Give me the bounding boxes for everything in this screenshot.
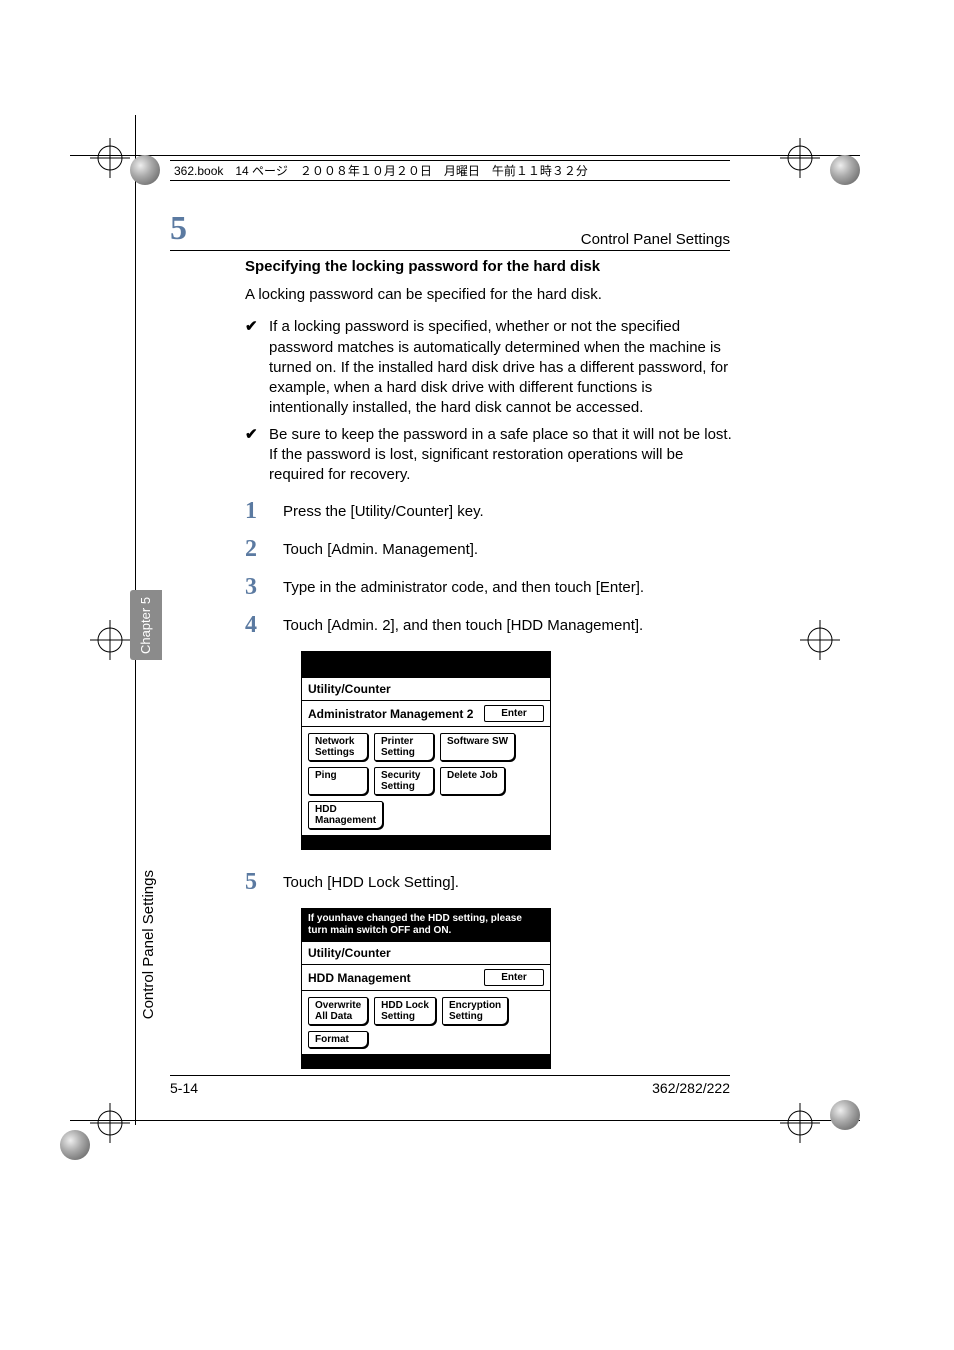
intro-paragraph: A locking password can be specified for … <box>245 285 735 305</box>
step-number: 1 <box>245 499 265 523</box>
panel-title: Utility/Counter <box>302 678 550 700</box>
reg-mark-top-left <box>90 138 130 178</box>
corner-ball-tr <box>830 155 860 185</box>
hdd-management-button[interactable]: HDD Management <box>308 801 383 829</box>
step-item: . If younhave changed the HDD setting, p… <box>245 908 735 1069</box>
side-tab-label: Chapter 5 <box>139 596 154 653</box>
reg-mark-bottom-left <box>90 1103 130 1143</box>
content-area: Specifying the locking password for the … <box>245 258 735 1083</box>
side-label: Control Panel Settings <box>140 870 157 1019</box>
encryption-setting-button[interactable]: Encryption Setting <box>442 997 508 1025</box>
book-header-text: 362.book 14 ページ ２００８年１０月２０日 月曜日 午前１１時３２分 <box>174 164 588 178</box>
panel-subtitle-row: Administrator Management 2 Enter <box>302 700 550 727</box>
checkmark-list: If a locking password is specified, whet… <box>245 317 735 485</box>
check-item: Be sure to keep the password in a safe p… <box>245 425 735 486</box>
corner-ball-tl <box>130 155 160 185</box>
step-number: 4 <box>245 613 265 637</box>
step-item: 2 Touch [Admin. Management]. <box>245 537 735 561</box>
chapter-title: Control Panel Settings <box>581 231 730 248</box>
side-tab: Chapter 5 <box>130 590 162 660</box>
security-setting-button[interactable]: Security Setting <box>374 767 434 795</box>
ping-button[interactable]: Ping <box>308 767 368 795</box>
crop-line-bottom <box>70 1120 860 1121</box>
step-text: Touch [Admin. 2], and then touch [HDD Ma… <box>283 613 735 634</box>
reg-mark-bottom-right <box>780 1103 820 1143</box>
panel-bottombar <box>302 835 550 849</box>
step-item: 5 Touch [HDD Lock Setting]. <box>245 870 735 894</box>
crop-line-top <box>70 155 860 156</box>
overwrite-all-data-button[interactable]: Overwrite All Data <box>308 997 368 1025</box>
step-item: 4 Touch [Admin. 2], and then touch [HDD … <box>245 613 735 637</box>
section-heading: Specifying the locking password for the … <box>245 258 735 275</box>
delete-job-button[interactable]: Delete Job <box>440 767 505 795</box>
network-settings-button[interactable]: Network Settings <box>308 733 368 761</box>
step-number: 2 <box>245 537 265 561</box>
step-item: 1 Press the [Utility/Counter] key. <box>245 499 735 523</box>
chapter-number: 5 <box>170 210 187 248</box>
hdd-lock-setting-button[interactable]: HDD Lock Setting <box>374 997 436 1025</box>
panel-subtitle: HDD Management <box>308 971 411 985</box>
step-text: Touch [HDD Lock Setting]. <box>283 870 735 891</box>
panel-body: Overwrite All Data HDD Lock Setting Encr… <box>302 991 550 1054</box>
book-header: 362.book 14 ページ ２００８年１０月２０日 月曜日 午前１１時３２分 <box>170 160 730 181</box>
step-item: 3 Type in the administrator code, and th… <box>245 575 735 599</box>
reg-mark-mid-right <box>800 620 840 660</box>
step-item: . Utility/Counter Administrator Manageme… <box>245 651 735 850</box>
panel-admin-mgmt-2: Utility/Counter Administrator Management… <box>301 651 551 850</box>
panel-hdd-mgmt: If younhave changed the HDD setting, ple… <box>301 908 551 1069</box>
page-number: 5-14 <box>170 1080 198 1096</box>
chapter-header: 5 Control Panel Settings <box>170 210 730 251</box>
panel-body: Network Settings Printer Setting Softwar… <box>302 727 550 835</box>
printer-setting-button[interactable]: Printer Setting <box>374 733 434 761</box>
software-sw-button[interactable]: Software SW <box>440 733 515 761</box>
panel-blackbar <box>302 652 550 678</box>
panel-instruction: If younhave changed the HDD setting, ple… <box>302 909 550 941</box>
panel-title: Utility/Counter <box>302 941 550 964</box>
check-item: If a locking password is specified, whet… <box>245 317 735 418</box>
step-number: 5 <box>245 870 265 894</box>
panel-subtitle: Administrator Management 2 <box>308 707 473 721</box>
step-list: 1 Press the [Utility/Counter] key. 2 Tou… <box>245 499 735 1069</box>
reg-mark-top-right <box>780 138 820 178</box>
step-text: Touch [Admin. Management]. <box>283 537 735 558</box>
step-text: Press the [Utility/Counter] key. <box>283 499 735 520</box>
enter-button[interactable]: Enter <box>484 705 544 722</box>
corner-ball-br <box>830 1100 860 1130</box>
reg-mark-mid-left <box>90 620 130 660</box>
step-text: Type in the administrator code, and then… <box>283 575 735 596</box>
panel-subtitle-row: HDD Management Enter <box>302 964 550 991</box>
model-number: 362/282/222 <box>652 1080 730 1096</box>
corner-ball-bl <box>60 1130 90 1160</box>
step-number: 3 <box>245 575 265 599</box>
enter-button[interactable]: Enter <box>484 969 544 986</box>
panel-bottombar <box>302 1054 550 1068</box>
page-footer: 5-14 362/282/222 <box>170 1075 730 1096</box>
format-button[interactable]: Format <box>308 1031 368 1048</box>
